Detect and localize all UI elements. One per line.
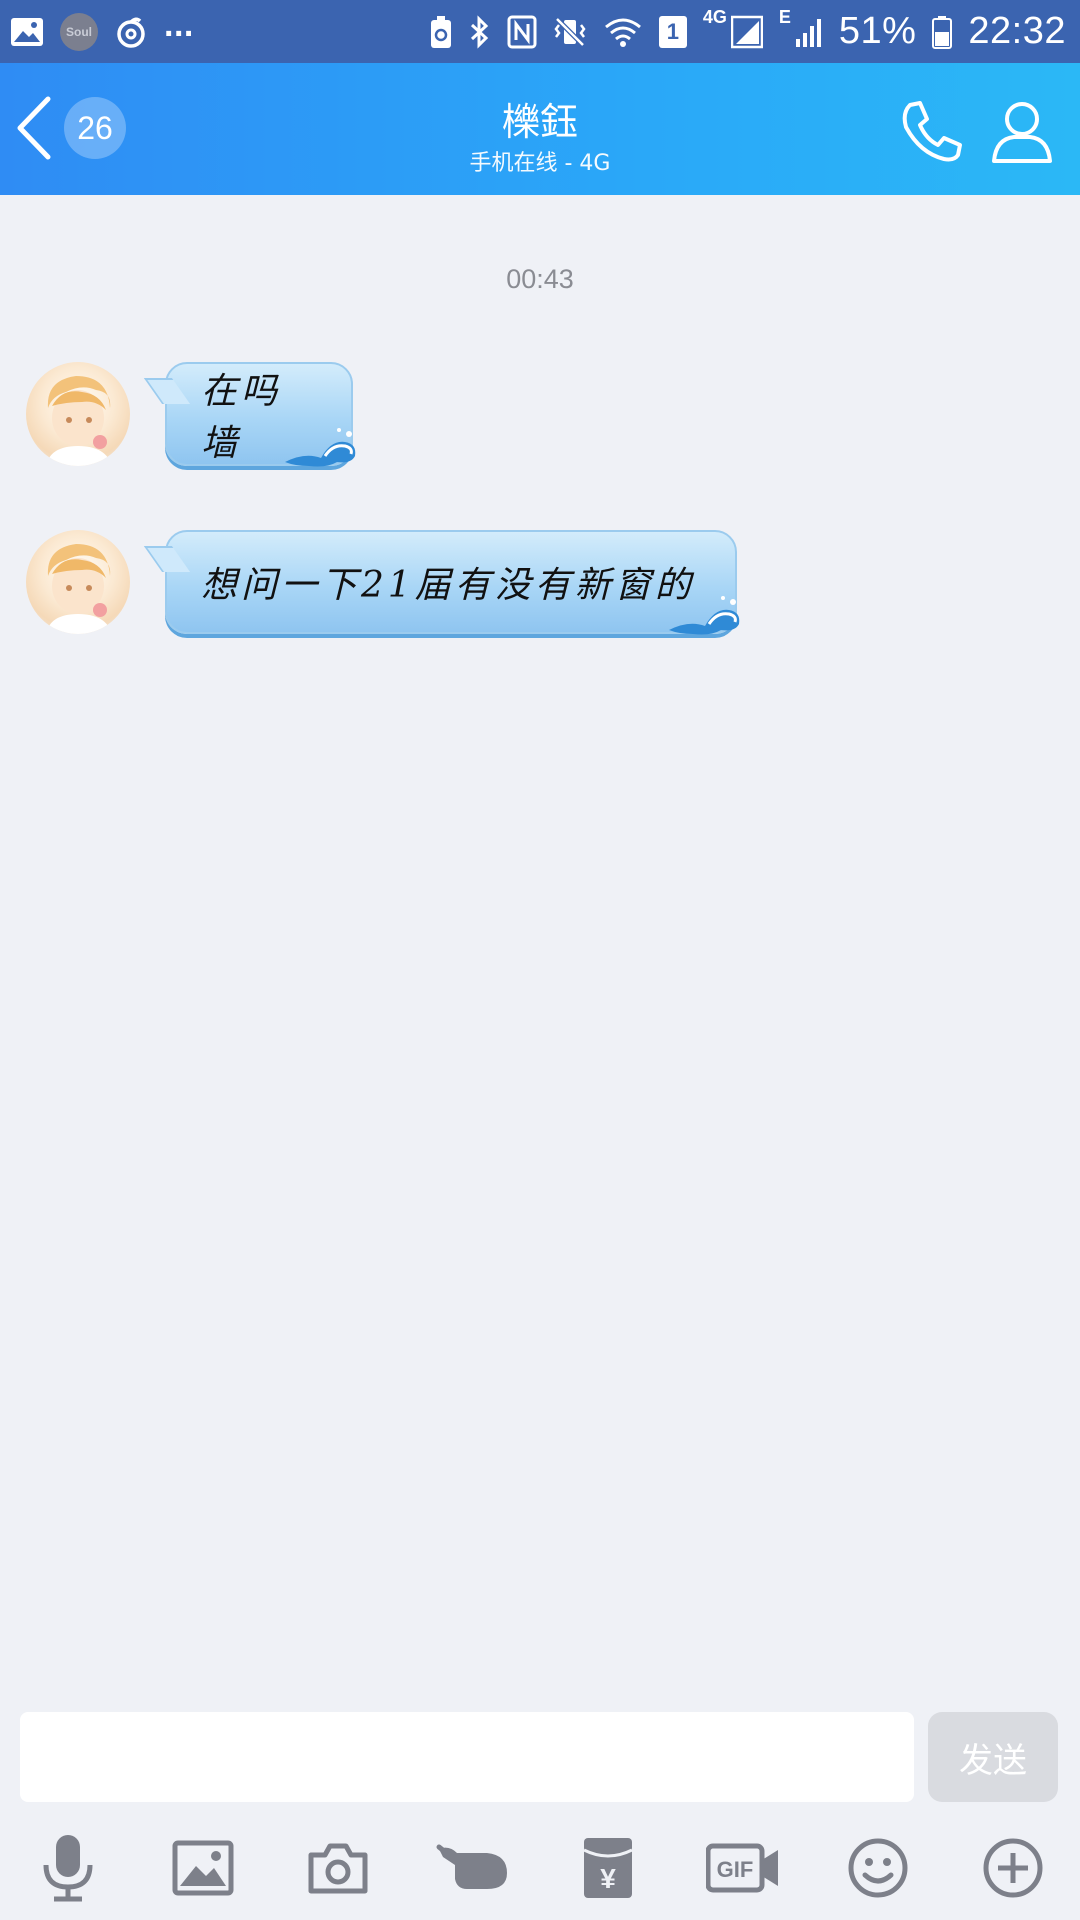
gif-text: GIF (717, 1857, 754, 1882)
poke-icon (436, 1844, 507, 1889)
voice-input-button[interactable] (30, 1830, 106, 1906)
camera-button[interactable] (300, 1830, 376, 1906)
gif-video-icon: GIF (706, 1843, 778, 1893)
bluetooth-icon (469, 14, 491, 49)
battery-percent: 51% (838, 10, 917, 52)
network-e-label: E (778, 7, 791, 27)
signal-1-icon (730, 15, 763, 49)
send-button[interactable]: 发送 (928, 1712, 1058, 1802)
message-text: 想问一下21届有没有新窗的 (201, 565, 695, 606)
red-packet-button[interactable]: ¥ (570, 1830, 646, 1906)
profile-button[interactable] (990, 97, 1054, 167)
image-icon (172, 1840, 234, 1896)
emoji-icon (848, 1838, 908, 1898)
signal-2-icon (795, 15, 823, 49)
wifi-icon (603, 15, 643, 49)
nfc-icon (507, 15, 537, 49)
message-input[interactable] (20, 1712, 914, 1802)
voice-call-button[interactable] (896, 97, 966, 167)
wave-decoration-icon (285, 428, 356, 467)
gif-button[interactable]: GIF (705, 1830, 781, 1906)
battery-saver-icon (429, 15, 453, 49)
more-notifications: ... (164, 6, 194, 44)
battery-icon (932, 15, 953, 49)
mic-icon (43, 1835, 93, 1902)
phone-icon (902, 101, 962, 162)
plus-icon (983, 1838, 1043, 1898)
network-4g-label: 4G (702, 7, 727, 27)
vibrate-mute-icon (553, 15, 587, 49)
contact-avatar[interactable] (26, 362, 130, 466)
sim-1-icon: 1 (658, 15, 687, 48)
poke-button[interactable] (435, 1830, 511, 1906)
sim-number: 1 (666, 18, 679, 44)
message-bubble[interactable]: 在吗墙 (143, 362, 356, 467)
chat-header: 26 櫟鈺 手机在线 - 4G (0, 63, 1080, 195)
status-bar: Soul ... 1 4G E 51% 22:32 (0, 0, 1080, 63)
red-packet-icon: ¥ (583, 1838, 633, 1898)
image-button[interactable] (165, 1830, 241, 1906)
message-bubble[interactable]: 想问一下21届有没有新窗的 (143, 530, 740, 635)
soul-app-icon: Soul (60, 12, 98, 51)
avatar-illustration (46, 376, 112, 466)
emoji-button[interactable] (840, 1830, 916, 1906)
gallery-notification-icon (10, 17, 44, 47)
bubble-tail (143, 546, 191, 572)
yen-symbol: ¥ (600, 1863, 616, 1894)
netease-music-icon (114, 15, 148, 49)
wave-decoration-icon (669, 596, 740, 635)
avatar-illustration (46, 544, 112, 634)
person-icon (992, 102, 1052, 163)
more-button[interactable] (975, 1830, 1051, 1906)
camera-icon (308, 1843, 368, 1894)
contact-avatar[interactable] (26, 530, 130, 634)
bubble-tail (143, 378, 191, 404)
input-toolbar: ¥ GIF (0, 1830, 1080, 1910)
message-timestamp: 00:43 (506, 264, 574, 294)
clock: 22:32 (968, 10, 1066, 52)
